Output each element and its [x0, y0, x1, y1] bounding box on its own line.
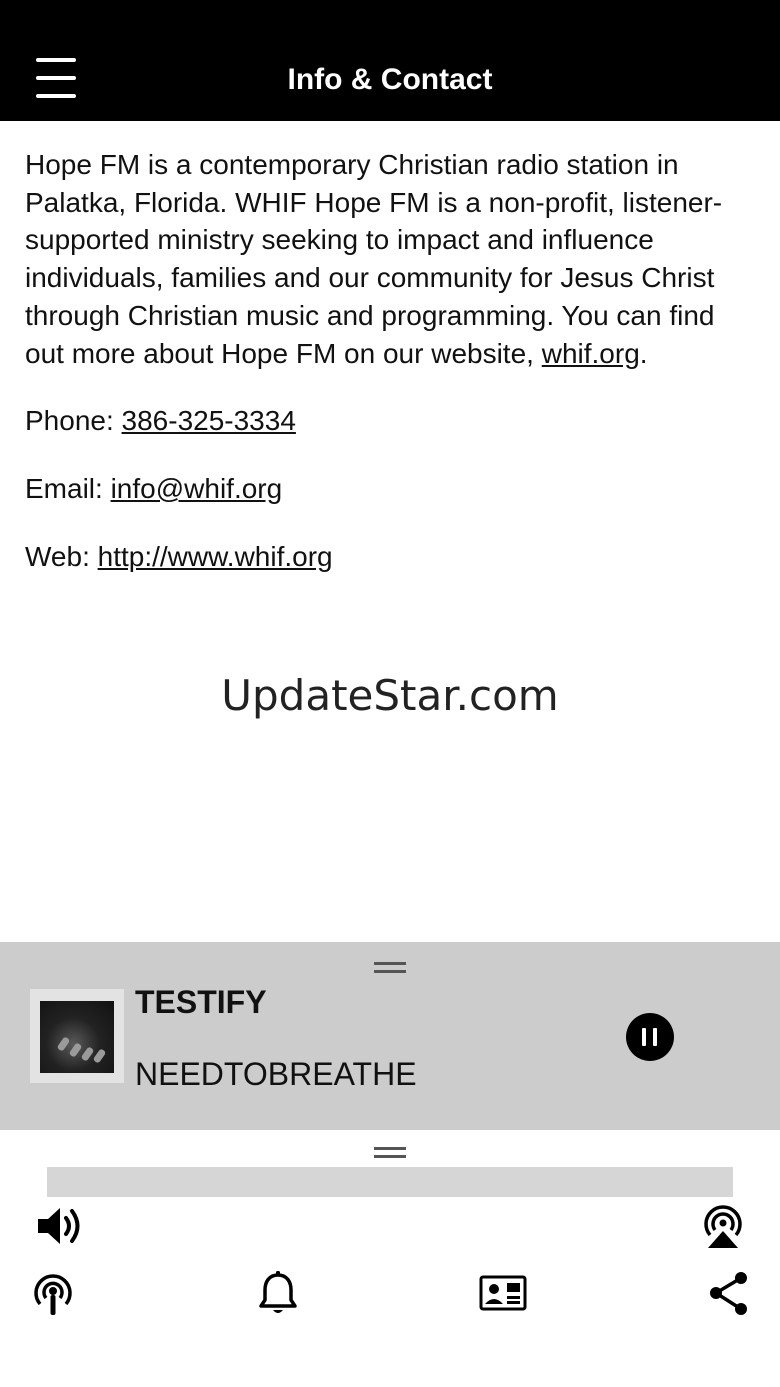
airplay-icon[interactable] [698, 1201, 748, 1251]
watermark-text: UpdateStar.com [221, 671, 559, 720]
description-text: Hope FM is a contemporary Christian radi… [25, 149, 723, 369]
email-label: Email: [25, 472, 111, 504]
podcast-icon[interactable] [28, 1268, 78, 1318]
page-title: Info & Contact [287, 63, 493, 96]
share-icon[interactable] [703, 1268, 753, 1318]
station-description: Hope FM is a contemporary Christian radi… [25, 146, 755, 372]
phone-label: Phone: [25, 405, 122, 437]
website-link-inline[interactable]: whif.org [542, 338, 640, 369]
email-link[interactable]: info@whif.org [111, 473, 283, 504]
web-link[interactable]: http://www.whif.org [98, 541, 333, 572]
phone-line: Phone: 386-325-3334 [25, 402, 755, 440]
web-label: Web: [25, 540, 98, 572]
volume-icon[interactable] [34, 1201, 84, 1251]
progress-slider[interactable] [47, 1167, 733, 1197]
description-end: . [639, 337, 648, 369]
bell-icon[interactable] [253, 1268, 303, 1318]
album-art [30, 989, 124, 1083]
pause-button[interactable] [626, 1013, 674, 1061]
web-line: Web: http://www.whif.org [25, 538, 755, 576]
album-cover-image [40, 1001, 114, 1073]
pause-icon [642, 1028, 646, 1046]
email-line: Email: info@whif.org [25, 470, 755, 508]
now-playing-bar[interactable]: TESTIFY NEEDTOBREATHE [0, 942, 780, 1130]
drag-handle-icon[interactable] [374, 962, 406, 974]
panel-drag-handle-icon[interactable] [374, 1147, 406, 1159]
contact-card-icon[interactable] [478, 1268, 528, 1318]
phone-link[interactable]: 386-325-3334 [122, 405, 296, 436]
info-content: Hope FM is a contemporary Christian radi… [25, 146, 755, 605]
track-artist: NEEDTOBREATHE [135, 1056, 417, 1092]
track-title: TESTIFY [135, 984, 267, 1020]
app-header: Info & Contact [0, 0, 780, 121]
